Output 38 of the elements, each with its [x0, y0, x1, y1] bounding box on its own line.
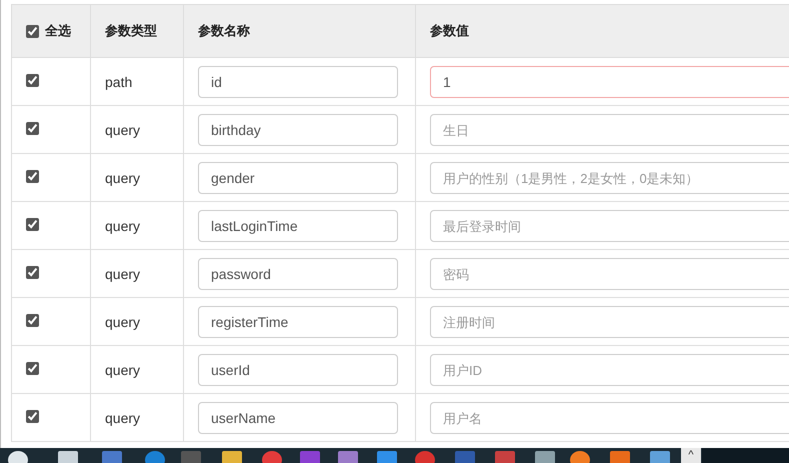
param-value-field[interactable]: 密码 — [430, 258, 789, 290]
param-name-field[interactable]: birthday — [198, 114, 398, 146]
param-type: query — [105, 314, 140, 330]
param-value-field[interactable]: 用户的性别（1是男性，2是女性，0是未知） — [430, 162, 789, 194]
param-name-field[interactable]: lastLoginTime — [198, 210, 398, 242]
row-checkbox[interactable] — [26, 314, 39, 326]
param-type: query — [105, 218, 140, 234]
param-value-field[interactable]: 最后登录时间 — [430, 210, 789, 242]
column-header: 参数名称 — [198, 23, 250, 38]
param-name-field[interactable]: id — [198, 66, 398, 98]
param-type: query — [105, 410, 140, 426]
row-checkbox[interactable] — [26, 170, 39, 182]
param-value-field[interactable]: 1 — [430, 66, 789, 98]
param-type: path — [105, 74, 132, 90]
param-value-field[interactable]: 用户ID — [430, 354, 789, 386]
param-name-field[interactable]: userId — [198, 354, 398, 386]
param-value-field[interactable]: 用户名 — [430, 402, 789, 434]
row-checkbox[interactable] — [26, 410, 39, 422]
row-checkbox[interactable] — [26, 362, 39, 374]
overflow-button[interactable]: ^ — [681, 448, 701, 463]
column-header: 参数类型 — [105, 23, 157, 38]
param-name-field[interactable]: registerTime — [198, 306, 398, 338]
column-header: 参数值 — [430, 23, 469, 38]
param-type: query — [105, 266, 140, 282]
param-value-field[interactable]: 生日 — [430, 114, 789, 146]
param-name-field[interactable]: gender — [198, 162, 398, 194]
param-type: query — [105, 362, 140, 378]
row-checkbox[interactable] — [26, 74, 39, 86]
row-checkbox[interactable] — [26, 266, 39, 278]
param-name-field[interactable]: password — [198, 258, 398, 290]
row-checkbox[interactable] — [26, 218, 39, 230]
param-name-field[interactable]: userName — [198, 402, 398, 434]
row-checkbox[interactable] — [26, 122, 39, 134]
param-value-field[interactable]: 注册时间 — [430, 306, 789, 338]
param-type: query — [105, 122, 140, 138]
select-all-label: 全选 — [45, 22, 71, 40]
param-type: query — [105, 170, 140, 186]
select-all-checkbox[interactable] — [26, 24, 39, 38]
